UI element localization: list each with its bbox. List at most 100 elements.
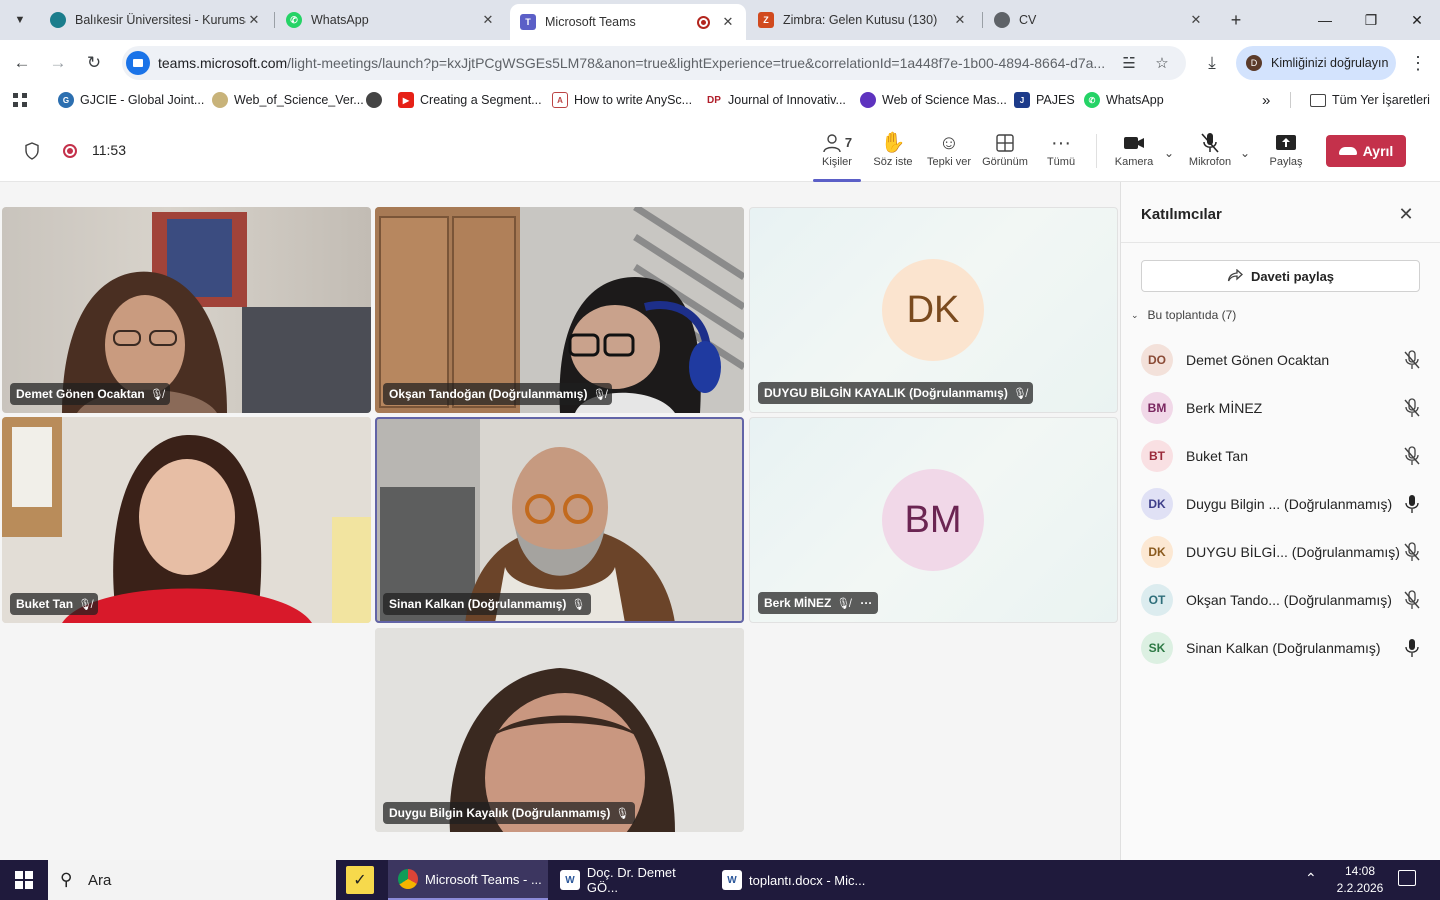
close-window-icon[interactable]: ✕: [1405, 8, 1429, 32]
taskbar-app-word[interactable]: W toplantı.docx - Mic...: [712, 860, 872, 900]
bookmark-item[interactable]: G GJCIE - Global Joint...: [58, 90, 204, 110]
participant-row[interactable]: DO Demet Gönen Ocaktan: [1141, 342, 1421, 378]
address-bar[interactable]: teams.microsoft.com/light-meetings/launc…: [122, 46, 1186, 80]
participant-row[interactable]: DK DUYGU BİLGİ... (Doğrulanmamış): [1141, 534, 1421, 570]
close-panel-icon[interactable]: ✕: [1396, 204, 1416, 224]
site-video-icon[interactable]: [126, 51, 150, 75]
search-placeholder: Ara: [88, 871, 112, 889]
browser-tab-active[interactable]: T Microsoft Teams ✕: [510, 4, 746, 40]
browser-tab[interactable]: ✆ WhatsApp ✕: [276, 6, 506, 34]
tab-title: Zimbra: Gelen Kutusu (130): [783, 13, 938, 27]
video-tile[interactable]: Buket Tan 🎙︎̸: [2, 417, 371, 623]
reload-icon[interactable]: ↻: [82, 51, 106, 75]
university-favicon-icon: [50, 12, 66, 28]
url-text[interactable]: teams.microsoft.com/light-meetings/launc…: [158, 55, 1108, 71]
close-tab-icon[interactable]: ✕: [720, 14, 736, 30]
tab-separator: [274, 12, 275, 28]
participant-avatar: OT: [1141, 584, 1173, 616]
minimize-window-icon[interactable]: —: [1313, 8, 1337, 32]
tray-expand-chevron-icon[interactable]: ⌃: [1305, 870, 1317, 887]
folder-icon: [1310, 93, 1326, 107]
sticky-notes-icon[interactable]: ✓: [346, 866, 374, 894]
recording-icon: [63, 144, 77, 158]
taskbar-clock[interactable]: 14:08 2.2.2026: [1330, 863, 1390, 897]
participant-row[interactable]: BM Berk MİNEZ: [1141, 390, 1421, 426]
video-tile[interactable]: BM Berk MİNEZ 🎙︎̸ ···: [749, 417, 1118, 623]
in-meeting-section-toggle[interactable]: ⌄ Bu toplantıda (7): [1131, 308, 1236, 322]
close-tab-icon[interactable]: ✕: [1188, 12, 1204, 28]
participant-name-tag: Berk MİNEZ 🎙︎̸ ···: [758, 592, 879, 614]
bookmark-item[interactable]: [366, 90, 388, 110]
bookmark-item[interactable]: A How to write AnySc...: [552, 90, 692, 110]
leave-button[interactable]: Ayrıl: [1326, 135, 1406, 167]
participant-avatar: DO: [1141, 344, 1173, 376]
bookmark-item[interactable]: DP Journal of Innovativ...: [706, 90, 846, 110]
browser-tab[interactable]: Z Zimbra: Gelen Kutusu (130) ✕: [748, 6, 978, 34]
participant-row[interactable]: SK Sinan Kalkan (Doğrulanmamış): [1141, 630, 1421, 666]
taskbar-search-box[interactable]: ⚲ Ara: [48, 860, 336, 900]
browser-tab[interactable]: CV ✕: [984, 6, 1214, 34]
participant-row[interactable]: OT Okşan Tando... (Doğrulanmamış): [1141, 582, 1421, 618]
browser-menu-icon[interactable]: ⋮: [1408, 51, 1428, 75]
mic-muted-icon: [1404, 590, 1420, 609]
panel-divider: [1121, 242, 1440, 243]
url-host: teams.microsoft.com: [158, 55, 288, 71]
more-actions-button[interactable]: ··· Tümü: [1033, 130, 1089, 178]
bookmark-item[interactable]: Web_of_Science_Ver...: [212, 90, 364, 110]
participant-row[interactable]: DK Duygu Bilgin ... (Doğrulanmamış): [1141, 486, 1421, 522]
all-bookmarks-folder[interactable]: Tüm Yer İşaretleri: [1310, 90, 1430, 110]
bookmark-item[interactable]: ✆ WhatsApp: [1084, 90, 1164, 110]
react-button[interactable]: ☺ Tepki ver: [921, 130, 977, 178]
bookmark-item[interactable]: J PAJES: [1014, 90, 1075, 110]
video-tile[interactable]: DK DUYGU BİLGİN KAYALIK (Doğrulanmamış) …: [749, 207, 1118, 413]
new-tab-plus-icon[interactable]: +: [1224, 8, 1248, 32]
hang-up-icon: [1338, 147, 1357, 155]
chevron-down-icon: ⌄: [1131, 309, 1139, 320]
participant-name: Okşan Tandoğan (Doğrulanmamış): [389, 387, 588, 401]
view-button[interactable]: Görünüm: [977, 130, 1033, 178]
tile-more-options-icon[interactable]: ···: [860, 596, 872, 610]
video-tile-active-speaker[interactable]: Sinan Kalkan (Doğrulanmamış) 🎙︎: [375, 417, 744, 623]
browser-tab[interactable]: Balıkesir Üniversitesi - Kurumsa ✕: [40, 6, 272, 34]
notification-icon[interactable]: [1398, 870, 1416, 886]
video-tile[interactable]: Demet Gönen Ocaktan 🎙︎̸: [2, 207, 371, 413]
muted-mic-icon: 🎙︎̸: [592, 388, 607, 401]
mic-options-chevron-icon[interactable]: ⌄: [1240, 146, 1250, 160]
camera-options-chevron-icon[interactable]: ⌄: [1164, 146, 1174, 160]
gjcie-favicon-icon: G: [58, 92, 74, 108]
participant-row[interactable]: BT Buket Tan: [1141, 438, 1421, 474]
bookmark-star-icon[interactable]: ☆: [1152, 54, 1172, 74]
raise-hand-button[interactable]: ✋ Söz iste: [865, 130, 921, 178]
share-button[interactable]: Paylaş: [1258, 130, 1314, 178]
restore-window-icon[interactable]: ❐: [1359, 8, 1383, 32]
back-arrow-icon[interactable]: ←: [10, 51, 34, 75]
people-button[interactable]: 7 Kişiler: [809, 130, 865, 182]
microphone-button[interactable]: Mikrofon: [1182, 130, 1238, 178]
download-icon[interactable]: ⤓: [1200, 51, 1224, 75]
shield-icon[interactable]: [24, 142, 40, 160]
bookmark-item[interactable]: Web of Science Mas...: [860, 90, 1007, 110]
share-invite-button[interactable]: Daveti paylaş: [1141, 260, 1420, 292]
whatsapp-favicon-icon: ✆: [1084, 92, 1100, 108]
tab-search-chevron-icon[interactable]: ▼: [8, 8, 32, 32]
translate-icon[interactable]: ☱: [1119, 54, 1139, 74]
people-icon: 7: [822, 130, 852, 156]
taskbar-app-word[interactable]: W Doç. Dr. Demet GÖ...: [550, 860, 710, 900]
video-tile[interactable]: Okşan Tandoğan (Doğrulanmamış) 🎙︎̸: [375, 207, 744, 413]
profile-verify-chip[interactable]: D Kimliğinizi doğrulayın: [1236, 46, 1396, 80]
close-tab-icon[interactable]: ✕: [246, 12, 262, 28]
video-tile[interactable]: Duygu Bilgin Kayalık (Doğrulanmamış) 🎙︎: [375, 628, 744, 832]
forward-arrow-icon[interactable]: →: [46, 51, 70, 75]
close-tab-icon[interactable]: ✕: [952, 12, 968, 28]
windows-start-icon[interactable]: [0, 860, 48, 900]
participant-name: Demet Gönen Ocaktan: [1186, 352, 1330, 368]
apps-grid-icon[interactable]: [12, 90, 28, 110]
taskbar-app-chrome[interactable]: Microsoft Teams - ...: [388, 860, 548, 900]
section-label: Bu toplantıda (7): [1147, 308, 1237, 322]
camera-button[interactable]: Kamera: [1106, 130, 1162, 178]
bookmark-item[interactable]: ▶ Creating a Segment...: [398, 90, 542, 110]
wos-favicon-icon: [212, 92, 228, 108]
people-count: 7: [844, 135, 853, 150]
close-tab-icon[interactable]: ✕: [480, 12, 496, 28]
more-bookmarks-chevron-icon[interactable]: »: [1262, 90, 1270, 110]
